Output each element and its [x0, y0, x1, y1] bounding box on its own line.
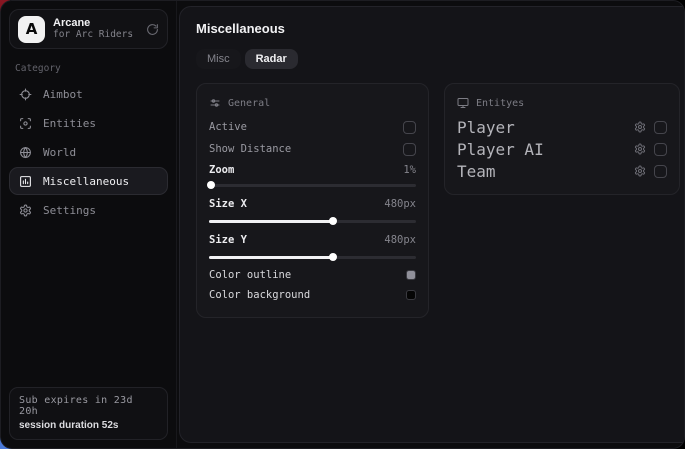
team-row: Team [457, 160, 667, 182]
sidebar-item-label: Settings [43, 204, 96, 217]
session-duration-text: session duration 52s [19, 420, 158, 431]
active-label: Active [209, 121, 403, 133]
entities-panel: Entityes Player Player AI [444, 83, 680, 195]
sidebar-item-label: Aimbot [43, 88, 83, 101]
globe-icon [19, 146, 33, 159]
color-outline-label: Color outline [209, 269, 406, 281]
tab-misc[interactable]: Misc [196, 49, 241, 69]
sidebar-item-entities[interactable]: Entities [9, 109, 168, 137]
app-name: Arcane [53, 17, 138, 30]
chart-grid-icon [19, 175, 33, 188]
entities-panel-header: Entityes [457, 94, 667, 112]
color-background-label: Color background [209, 289, 406, 301]
sidebar-nav: Aimbot Entities World Miscellaneous [9, 80, 168, 224]
player-gear-icon[interactable] [634, 121, 646, 133]
app-window: A Arcane for Arc Riders Category Aimbot [0, 0, 685, 449]
zoom-slider[interactable] [209, 180, 416, 190]
color-outline-row: Color outline [209, 264, 416, 285]
player-label: Player [457, 118, 626, 137]
sidebar-item-label: World [43, 146, 76, 159]
monitor-icon [457, 97, 469, 109]
size-y-row: Size Y 480px [209, 228, 416, 252]
category-label: Category [15, 63, 168, 74]
sub-expires-text: Sub expires in 23d 20h [19, 395, 158, 417]
general-panel-title: General [228, 98, 270, 109]
main-wrap: Miscellaneous Misc Radar General Active [177, 1, 685, 448]
player-ai-label: Player AI [457, 140, 626, 159]
size-x-label: Size X [209, 198, 384, 210]
show-distance-label: Show Distance [209, 143, 403, 155]
sidebar: A Arcane for Arc Riders Category Aimbot [1, 1, 177, 448]
zoom-value: 1% [403, 164, 416, 176]
team-label: Team [457, 162, 626, 181]
team-gear-icon[interactable] [634, 165, 646, 177]
player-row: Player [457, 116, 667, 138]
brand-card: A Arcane for Arc Riders [9, 9, 168, 49]
gear-icon [19, 204, 33, 217]
zoom-label: Zoom [209, 164, 403, 176]
size-x-value: 480px [384, 198, 416, 210]
sidebar-item-miscellaneous[interactable]: Miscellaneous [9, 167, 168, 195]
team-checkbox[interactable] [654, 165, 667, 178]
app-logo: A [18, 16, 45, 43]
size-y-value: 480px [384, 234, 416, 246]
page-title: Miscellaneous [196, 21, 680, 36]
player-ai-row: Player AI [457, 138, 667, 160]
sidebar-item-world[interactable]: World [9, 138, 168, 166]
show-distance-row: Show Distance [209, 138, 416, 160]
sidebar-item-label: Miscellaneous [43, 175, 129, 188]
sidebar-item-settings[interactable]: Settings [9, 196, 168, 224]
zoom-row: Zoom 1% [209, 160, 416, 180]
sliders-icon [209, 97, 221, 109]
size-y-slider[interactable] [209, 252, 416, 262]
panel-row: General Active Show Distance Zoom 1% [196, 83, 680, 318]
color-outline-swatch[interactable] [406, 270, 416, 280]
size-x-slider[interactable] [209, 216, 416, 226]
general-panel: General Active Show Distance Zoom 1% [196, 83, 429, 318]
main-panel: Miscellaneous Misc Radar General Active [179, 6, 685, 443]
tab-bar: Misc Radar [196, 49, 680, 69]
sync-icon[interactable] [146, 23, 159, 36]
subscription-card: Sub expires in 23d 20h session duration … [9, 387, 168, 440]
sidebar-item-label: Entities [43, 117, 96, 130]
entities-panel-title: Entityes [476, 98, 524, 109]
tab-radar[interactable]: Radar [245, 49, 298, 69]
sidebar-item-aimbot[interactable]: Aimbot [9, 80, 168, 108]
crosshair-icon [19, 88, 33, 101]
color-background-row: Color background [209, 285, 416, 305]
color-background-swatch[interactable] [406, 290, 416, 300]
brand-text: Arcane for Arc Riders [53, 17, 138, 41]
player-ai-checkbox[interactable] [654, 143, 667, 156]
player-checkbox[interactable] [654, 121, 667, 134]
player-ai-gear-icon[interactable] [634, 143, 646, 155]
size-x-row: Size X 480px [209, 192, 416, 216]
general-panel-header: General [209, 94, 416, 112]
size-y-label: Size Y [209, 234, 384, 246]
active-row: Active [209, 116, 416, 138]
active-checkbox[interactable] [403, 121, 416, 134]
scan-eye-icon [19, 117, 33, 130]
app-subtitle: for Arc Riders [53, 30, 138, 41]
show-distance-checkbox[interactable] [403, 143, 416, 156]
